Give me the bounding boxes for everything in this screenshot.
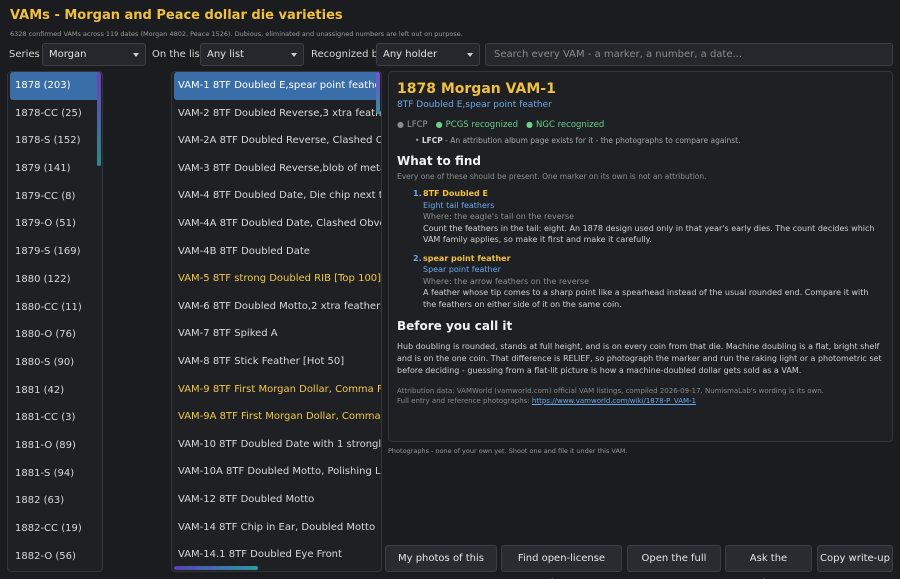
series-value: Morgan: [49, 49, 87, 60]
year-item[interactable]: 1879-O (51): [8, 210, 102, 238]
year-item[interactable]: 1881-S (94): [8, 460, 102, 488]
vam-item[interactable]: VAM-9 8TF First Morgan Dollar, Comma Fea…: [172, 376, 381, 404]
dot-icon: ●: [435, 120, 443, 129]
marker-where: Where: the eagle's tail on the reverse: [423, 212, 575, 221]
year-item[interactable]: 1882-O (56): [8, 543, 102, 571]
series-select[interactable]: Morgan: [42, 43, 146, 66]
year-item[interactable]: 1878 (203): [10, 72, 100, 100]
vam-item[interactable]: VAM-4B 8TF Doubled Date: [172, 238, 381, 266]
year-item[interactable]: 1878-CC (25): [8, 100, 102, 128]
vam-list-hscrollbar[interactable]: [174, 566, 258, 570]
year-item[interactable]: 1880-O (76): [8, 321, 102, 349]
search-input[interactable]: [485, 43, 893, 66]
page-title: VAMs - Morgan and Peace dollar die varie…: [10, 8, 343, 23]
lfcp-note: • LFCP - An attribution album page exist…: [415, 136, 741, 145]
dot-icon: ●: [397, 120, 404, 129]
recognized-select[interactable]: Any holder: [376, 43, 480, 66]
before-heading: Before you call it: [397, 319, 513, 333]
marker-item: 2. spear point feather Spear point feath…: [413, 253, 884, 311]
filter-bar: Series Morgan On the list Any list Recog…: [0, 43, 900, 67]
year-item[interactable]: 1881-O (89): [8, 432, 102, 460]
vam-item[interactable]: VAM-8 8TF Stick Feather [Hot 50]: [172, 348, 381, 376]
chevron-down-icon: [133, 53, 139, 57]
copy-writeup-button[interactable]: Copy write-up: [817, 545, 893, 572]
full-entry-link[interactable]: https://www.vamworld.com/wiki/1878-P_VAM…: [532, 397, 696, 405]
vam-item[interactable]: VAM-6 8TF Doubled Motto,2 xtra feathers …: [172, 293, 381, 321]
vam-list: VAM-1 8TF Doubled E,spear point feather V…: [171, 71, 382, 572]
vam-detail-panel: 1878 Morgan VAM-1 8TF Doubled E,spear po…: [388, 71, 893, 442]
year-item[interactable]: 1881-CC (3): [8, 404, 102, 432]
tag-ngc: ● NGC recognized: [526, 120, 605, 130]
vam-item[interactable]: VAM-7 8TF Spiked A: [172, 320, 381, 348]
list-value: Any list: [207, 49, 244, 60]
marker-item: 1. 8TF Doubled E Eight tail feathers Whe…: [413, 188, 884, 246]
vam-item[interactable]: VAM-4A 8TF Doubled Date, Clashed Obverse…: [172, 210, 381, 238]
recognized-value: Any holder: [383, 49, 438, 60]
list-label: On the list: [152, 49, 204, 60]
my-photos-button[interactable]: My photos of this VAM: [385, 545, 497, 579]
ask-assistant-button[interactable]: Ask the assistant: [725, 545, 812, 579]
chevron-down-icon: [467, 53, 473, 57]
year-item[interactable]: 1881 (42): [8, 377, 102, 405]
find-heading: What to find: [397, 154, 481, 168]
vam-item[interactable]: VAM-5 8TF strong Doubled RIB [Top 100]: [172, 265, 381, 293]
vam-item[interactable]: VAM-9A 8TF First Morgan Dollar, Comma Fe…: [172, 403, 381, 431]
detail-subtitle: 8TF Doubled E,spear point feather: [397, 100, 552, 110]
recognized-label: Recognized by: [311, 49, 384, 60]
tag-lfcp: ● LFCP: [397, 120, 428, 130]
chevron-down-icon: [291, 53, 297, 57]
vam-item[interactable]: VAM-2 8TF Doubled Reverse,3 xtra feather…: [172, 100, 381, 128]
list-select[interactable]: Any list: [200, 43, 304, 66]
dot-icon: ●: [526, 120, 534, 129]
marker-name: Eight tail feathers: [423, 200, 495, 210]
photos-note: Photographs - none of your own yet. Shoo…: [388, 447, 628, 455]
vam-item[interactable]: VAM-1 8TF Doubled E,spear point feather: [174, 72, 379, 100]
marker-name: Spear point feather: [423, 265, 501, 274]
recognition-tags: ● LFCP ● PCGS recognized ● NGC recognized: [397, 120, 884, 130]
find-photos-button[interactable]: Find open-license photos: [501, 545, 622, 579]
vam-list-scrollbar[interactable]: [376, 72, 380, 114]
open-entry-button[interactable]: Open the full entry: [627, 545, 721, 579]
page-subtitle: 6328 confirmed VAMs across 119 dates (Mo…: [10, 30, 463, 38]
year-item[interactable]: 1880-S (90): [8, 349, 102, 377]
vam-item[interactable]: VAM-10A 8TF Doubled Motto, Polishing Lin…: [172, 458, 381, 486]
vam-item[interactable]: VAM-14 8TF Chip in Ear, Doubled Motto: [172, 514, 381, 542]
vam-item[interactable]: VAM-12 8TF Doubled Motto: [172, 486, 381, 514]
vam-item[interactable]: VAM-4 8TF Doubled Date, Die chip next to…: [172, 182, 381, 210]
vam-item[interactable]: VAM-2A 8TF Doubled Reverse, Clashed Obve…: [172, 127, 381, 155]
series-label: Series: [9, 49, 40, 60]
vam-item[interactable]: VAM-10 8TF Doubled Date with 1 strongly …: [172, 431, 381, 459]
year-list-scrollbar[interactable]: [97, 72, 101, 166]
marker-title: 8TF Doubled E: [423, 189, 488, 198]
year-item[interactable]: 1880 (122): [8, 266, 102, 294]
year-item[interactable]: 1882-CC (19): [8, 515, 102, 543]
year-item[interactable]: 1879-CC (8): [8, 183, 102, 211]
year-list: 1878 (203) 1878-CC (25) 1878-S (152) 1879 (…: [7, 71, 103, 572]
year-item[interactable]: 1879-S (169): [8, 238, 102, 266]
find-note: Every one of these should be present. On…: [397, 172, 707, 181]
marker-desc: A feather whose tip comes to a sharp poi…: [423, 288, 869, 309]
marker-title: spear point feather: [423, 253, 511, 263]
marker-desc: Count the feathers in the tail: eight. A…: [423, 223, 875, 245]
year-item[interactable]: 1878-S (152): [8, 127, 102, 155]
vam-item[interactable]: VAM-14.1 8TF Doubled Eye Front: [172, 541, 381, 569]
before-text: Hub doubling is rounded, stands at full …: [397, 342, 882, 375]
year-item[interactable]: 1879 (141): [8, 155, 102, 183]
detail-title: 1878 Morgan VAM-1: [397, 81, 556, 97]
tag-pcgs: ● PCGS recognized: [435, 120, 519, 130]
vam-item[interactable]: VAM-3 8TF Doubled Reverse,blob of metal …: [172, 155, 381, 183]
year-item[interactable]: 1880-CC (11): [8, 294, 102, 322]
year-item[interactable]: 1882 (63): [8, 487, 102, 515]
attribution: Attribution data: VAMWorld (vamworld.com…: [397, 387, 824, 405]
marker-where: Where: the arrow feathers on the reverse: [423, 276, 590, 286]
